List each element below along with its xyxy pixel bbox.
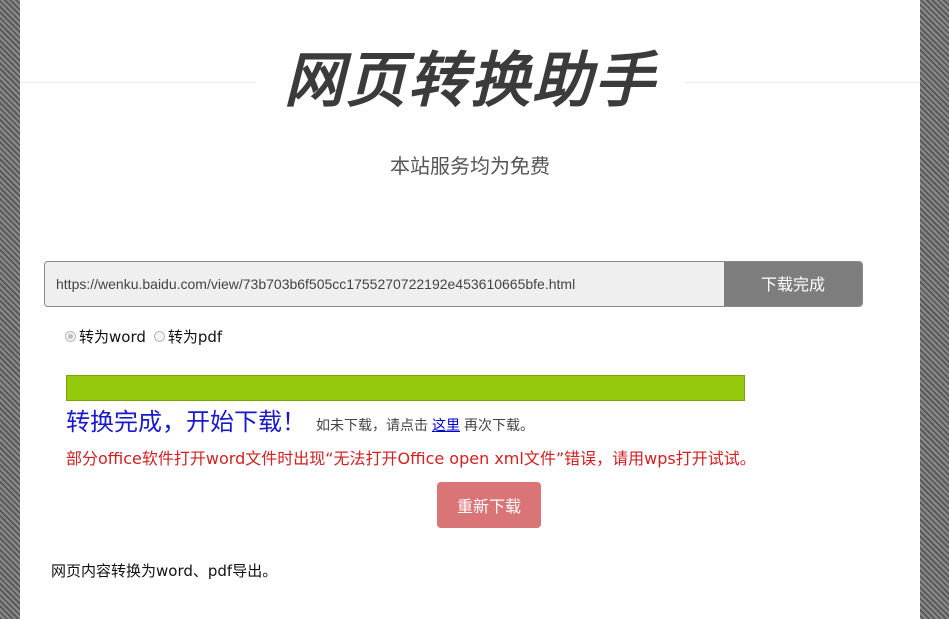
url-input[interactable] — [45, 262, 724, 306]
progress-bar — [66, 375, 745, 401]
hint-prefix: 如未下载，请点击 — [316, 418, 428, 434]
footer-text: 网页内容转换为word、pdf导出。 — [51, 562, 278, 580]
option-word[interactable]: 转为word — [65, 326, 146, 347]
format-options: 转为word 转为pdf — [65, 325, 230, 347]
download-complete-button[interactable]: 下载完成 — [724, 262, 862, 306]
option-word-label: 转为word — [79, 327, 146, 346]
option-pdf-label: 转为pdf — [167, 327, 223, 346]
redownload-button[interactable]: 重新下载 — [437, 482, 541, 528]
page-subtitle: 本站服务均为免费 — [390, 154, 550, 178]
progress-fill — [67, 376, 744, 400]
redownload-link[interactable]: 这里 — [432, 415, 460, 435]
word-radio[interactable] — [65, 330, 76, 342]
pdf-radio[interactable] — [153, 330, 165, 342]
done-message: 转换完成，开始下载！ — [66, 408, 306, 436]
warning-message: 部分office软件打开word文件时出现“无法打开Office open xm… — [66, 449, 756, 468]
hint-suffix: 再次下载。 — [464, 418, 534, 434]
page-title: 网页转换助手 — [256, 40, 684, 122]
url-form: 下载完成 — [44, 261, 863, 307]
status-line: 转换完成，开始下载！ 如未下载，请点击 这里 再次下载。 — [66, 402, 534, 436]
main-panel: 网页转换助手 本站服务均为免费 下载完成 转为word 转为pdf 转换完成，开… — [20, 0, 920, 619]
option-pdf[interactable]: 转为pdf — [153, 326, 223, 347]
